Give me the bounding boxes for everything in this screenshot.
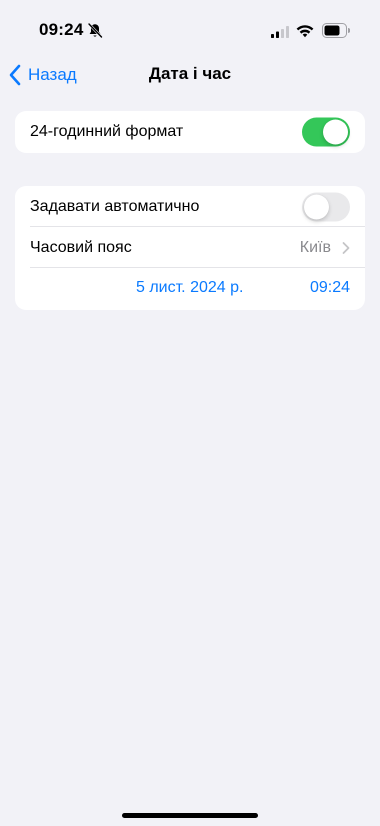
cellular-signal-icon: [271, 26, 289, 38]
settings-group-format: 24-годинний формат: [15, 111, 365, 153]
battery-icon: [322, 23, 350, 38]
page-title: Дата і час: [148, 64, 232, 83]
toggle-knob: [304, 194, 329, 219]
settings-group-date-time: Задавати автоматично Часовий пояс Київ 5…: [15, 186, 365, 310]
row-label-set-automatically: Задавати автоматично: [30, 197, 200, 215]
home-indicator[interactable]: [122, 813, 258, 818]
row-label-time-zone: Часовий пояс: [30, 238, 132, 256]
navigation-bar: Назад Дата і час: [0, 62, 380, 88]
toggle-24-hour-format[interactable]: [302, 117, 350, 147]
row-set-automatically: Задавати автоматично: [15, 186, 365, 227]
chevron-right-icon: [342, 241, 350, 254]
status-bar: 09:24: [0, 0, 380, 62]
row-date-time: 5 лист. 2024 р. 09:24: [15, 268, 365, 310]
time-zone-value: Київ: [299, 238, 331, 256]
row-24-hour-format: 24-годинний формат: [15, 111, 365, 153]
toggle-knob: [323, 119, 348, 145]
date-picker-value[interactable]: 5 лист. 2024 р.: [136, 279, 243, 297]
wifi-icon: [296, 25, 314, 38]
row-label-24-hour: 24-годинний формат: [30, 123, 184, 140]
time-picker-value[interactable]: 09:24: [310, 279, 350, 297]
bell-slash-icon: [88, 23, 103, 38]
toggle-set-automatically[interactable]: [302, 192, 350, 221]
row-time-zone[interactable]: Часовий пояс Київ: [15, 227, 365, 268]
status-time: 09:24: [39, 20, 84, 39]
